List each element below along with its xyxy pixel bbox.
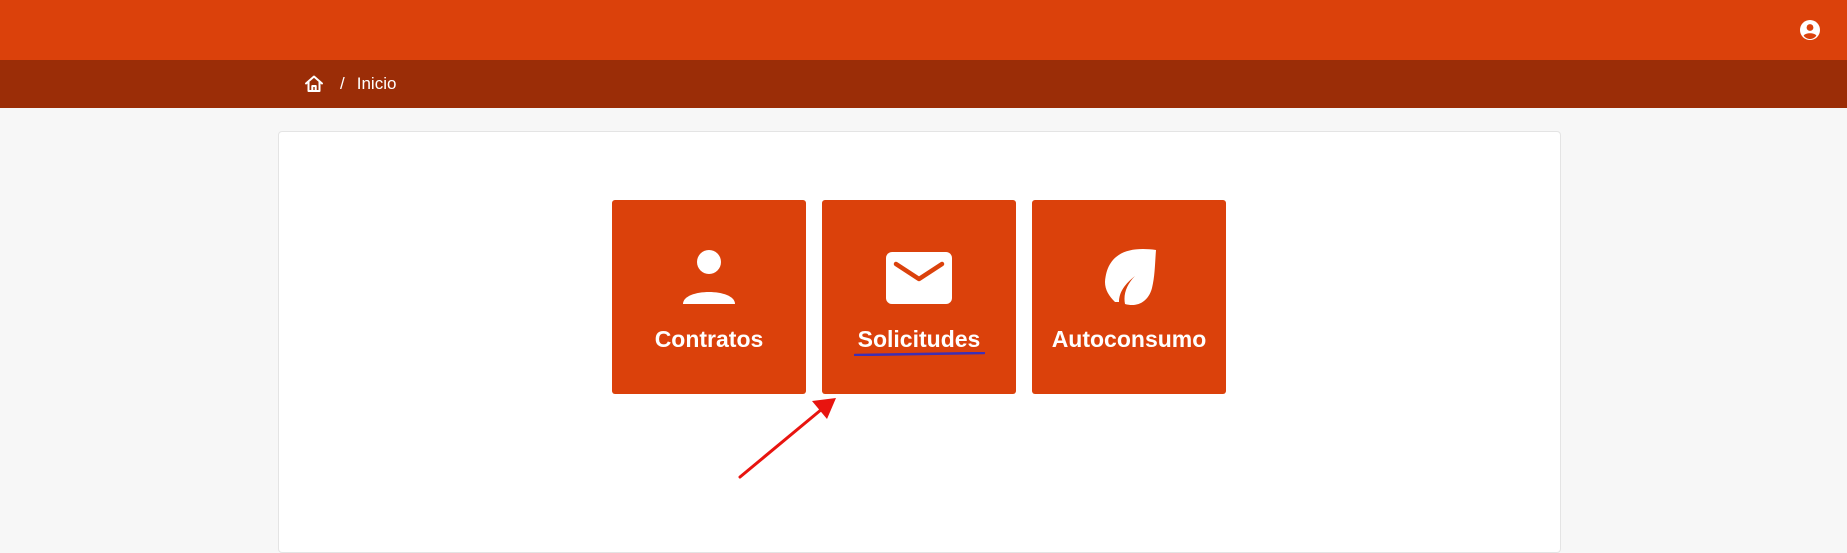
tile-autoconsumo[interactable]: Autoconsumo [1032,200,1226,394]
envelope-icon [822,248,1016,308]
breadcrumb-separator: / [340,74,345,93]
annotation-underline [854,352,985,356]
user-account-icon[interactable] [1799,19,1821,41]
tile-label: Contratos [654,326,764,352]
tile-label: Autoconsumo [1051,326,1207,352]
person-icon [612,248,806,308]
tile-grid: Contratos Solicitudes Autoconsumo [612,200,1226,394]
breadcrumb: / Inicio [303,60,396,108]
tile-solicitudes[interactable]: Solicitudes [822,200,1016,394]
tile-contratos[interactable]: Contratos [612,200,806,394]
top-bar [0,0,1847,60]
home-icon[interactable] [303,73,325,95]
tile-label: Solicitudes [857,326,981,352]
breadcrumb-bar: / Inicio [0,60,1847,108]
leaf-icon [1032,248,1226,308]
breadcrumb-current: Inicio [356,74,397,93]
